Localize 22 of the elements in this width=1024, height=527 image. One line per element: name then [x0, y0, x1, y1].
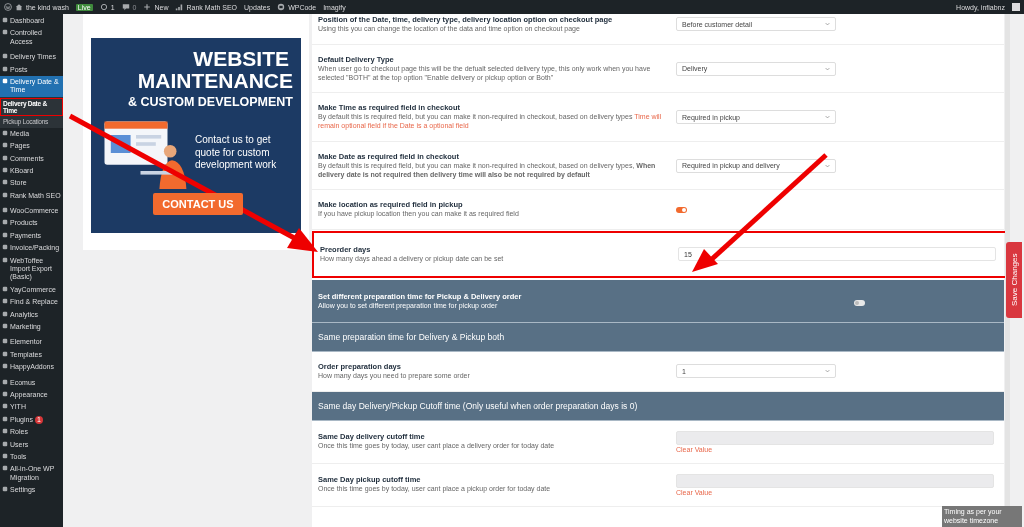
banner-subtitle: & CUSTOM DEVELOPMENT — [126, 95, 293, 110]
wordpress-logo-icon[interactable] — [4, 3, 12, 11]
time-field[interactable] — [676, 430, 994, 445]
chevron-down-icon — [825, 163, 830, 168]
section-title: Same day Delivery/Pickup Cutoff time (Only useful when order preparation days is 0) — [318, 400, 638, 411]
chevron-down-icon — [825, 66, 830, 71]
toggle-switch[interactable] — [676, 206, 687, 213]
banner-title: MAINTENANCE — [136, 70, 293, 93]
banner-text: Contact us to get quote for custom development work — [195, 134, 278, 172]
chevron-down-icon — [825, 369, 830, 374]
toggle-switch[interactable] — [854, 299, 865, 306]
home-icon — [15, 3, 23, 11]
plus-icon — [143, 3, 152, 11]
chevron-down-icon — [825, 22, 830, 27]
save-changes-button[interactable]: Save Changes — [1006, 242, 1022, 318]
section-title: Same preparation time for Delivery & Pickup both — [318, 331, 505, 342]
chevron-down-icon — [825, 115, 830, 119]
chart-icon — [175, 3, 184, 11]
banner-title: WEBSITE — [192, 48, 289, 71]
comment-icon — [121, 3, 130, 11]
time-field[interactable] — [676, 473, 994, 488]
refresh-icon — [99, 3, 108, 11]
